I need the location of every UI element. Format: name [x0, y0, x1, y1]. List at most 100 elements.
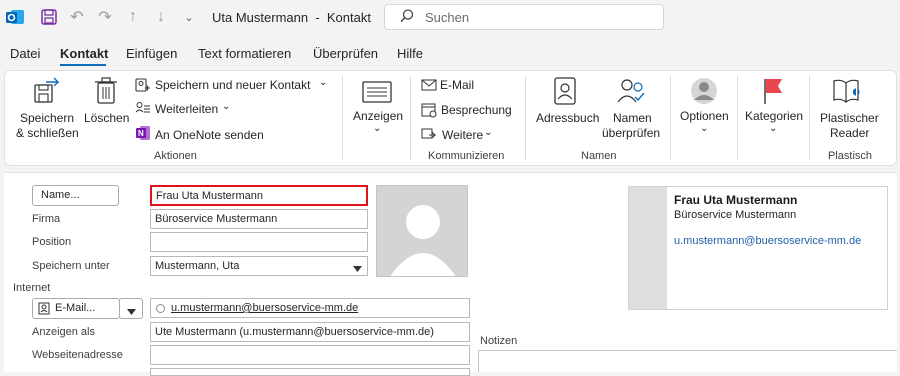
- save-as-value: Mustermann, Uta: [155, 260, 240, 272]
- arrow-up-icon[interactable]: ↑: [122, 6, 144, 28]
- position-field[interactable]: [150, 232, 368, 252]
- card-email: u.mustermann@buersoservice-mm.de: [674, 235, 862, 247]
- divider: [670, 76, 671, 160]
- name-field[interactable]: Frau Uta Mustermann: [150, 185, 368, 206]
- immersive-reader-label-line1: Plastischer: [820, 111, 879, 125]
- save-close-label-line2: & schließen: [16, 126, 79, 140]
- position-label: Position: [32, 236, 72, 248]
- tab-ueberpruefen[interactable]: Überprüfen: [313, 46, 378, 61]
- notes-label: Notizen: [480, 335, 518, 347]
- onenote-label: An OneNote senden: [155, 128, 264, 142]
- svg-text:N: N: [138, 129, 144, 138]
- email-label: E-Mail: [440, 78, 475, 92]
- tab-kontakt[interactable]: Kontakt: [60, 46, 108, 61]
- arrow-down-icon[interactable]: ↓: [150, 6, 172, 28]
- email-field[interactable]: u.mustermann@buersoservice-mm.de: [150, 298, 470, 318]
- divider: [342, 76, 343, 160]
- presence-circle-icon: [156, 304, 165, 313]
- card-image-strip: [629, 187, 667, 309]
- contact-save-icon: [135, 77, 151, 96]
- company-field[interactable]: Büroservice Mustermann: [150, 209, 368, 229]
- mail-icon: [421, 78, 437, 95]
- forward-icon: [135, 100, 151, 119]
- window-title: Uta Mustermann - Kontakt: [212, 10, 371, 25]
- card-name: Frau Uta Mustermann: [674, 193, 798, 207]
- divider: [410, 76, 411, 160]
- check-names-icon: [616, 76, 648, 109]
- tab-einfuegen[interactable]: Einfügen: [126, 46, 177, 61]
- email-type-dropdown[interactable]: [119, 298, 143, 319]
- save-as-dropdown[interactable]: Mustermann, Uta: [150, 256, 368, 276]
- notes-area[interactable]: [478, 350, 897, 372]
- save-close-icon: [32, 76, 62, 109]
- dropdown-arrow-icon: [127, 306, 136, 318]
- address-book-icon: [552, 76, 578, 109]
- flag-icon: [760, 76, 786, 109]
- onenote-icon: N: [135, 125, 151, 144]
- next-field[interactable]: [150, 368, 470, 376]
- name-button[interactable]: Name...: [32, 185, 119, 206]
- undo-icon[interactable]: ↶: [66, 6, 88, 28]
- meeting-label: Besprechung: [441, 103, 512, 117]
- tab-hilfe[interactable]: Hilfe: [397, 46, 423, 61]
- display-icon: [361, 80, 393, 109]
- email-type-label: E-Mail...: [55, 302, 96, 314]
- website-field[interactable]: [150, 345, 470, 365]
- search-icon: [399, 8, 415, 27]
- outlook-app-icon: [4, 6, 26, 28]
- trash-icon: [92, 76, 120, 109]
- delete-label: Löschen: [84, 111, 130, 125]
- check-names-label-line1: Namen: [613, 111, 652, 125]
- calendar-icon: [421, 102, 437, 121]
- immersive-reader-label-line2: Reader: [830, 126, 870, 140]
- email-value: u.mustermann@buersoservice-mm.de: [171, 302, 359, 314]
- email-type-button[interactable]: E-Mail...: [32, 298, 120, 319]
- divider: [737, 76, 738, 160]
- search-input[interactable]: Suchen: [384, 4, 664, 30]
- more-label: Weitere: [442, 128, 484, 142]
- tab-datei[interactable]: Datei: [10, 46, 40, 61]
- chevron-down-icon: ⌄: [373, 123, 382, 134]
- chevron-down-icon: ⌄: [319, 77, 328, 88]
- group-aktionen: Aktionen: [154, 150, 197, 162]
- anzeigen-label: Anzeigen: [353, 109, 404, 123]
- person-silhouette-icon: [390, 205, 456, 276]
- save-new-contact-label: Speichern und neuer Kontakt: [155, 78, 311, 92]
- chevron-down-icon: ⌄: [484, 127, 493, 138]
- group-plastisch: Plastisch: [828, 150, 873, 162]
- save-close-label-line1: Speichern: [20, 111, 75, 125]
- immersive-reader-icon: [831, 76, 863, 109]
- save-as-label: Speichern unter: [32, 260, 110, 272]
- display-as-label: Anzeigen als: [32, 326, 95, 338]
- check-names-label-line2: überprüfen: [602, 126, 661, 140]
- card-company: Büroservice Mustermann: [674, 209, 797, 221]
- internet-label: Internet: [13, 282, 51, 294]
- chevron-down-icon: ⌄: [222, 101, 231, 112]
- firma-label: Firma: [32, 213, 61, 225]
- contact-photo[interactable]: [376, 185, 468, 277]
- group-namen: Namen: [581, 150, 617, 162]
- search-placeholder: Suchen: [425, 10, 470, 25]
- contact-card-icon: [38, 302, 50, 318]
- title-bar: ↶ ↷ ↑ ↓ ⌄ Uta Mustermann - Kontakt Suche…: [0, 0, 900, 36]
- dropdown-arrow-icon: [353, 263, 362, 275]
- address-book-label: Adressbuch: [536, 111, 600, 125]
- forward-label: Weiterleiten: [155, 102, 219, 116]
- business-card[interactable]: Frau Uta Mustermann Büroservice Musterma…: [628, 186, 888, 310]
- optionen-label: Optionen: [680, 109, 729, 123]
- redo-icon[interactable]: ↷: [94, 6, 116, 28]
- kategorien-label: Kategorien: [745, 109, 804, 123]
- customize-toolbar-icon[interactable]: ⌄: [178, 6, 200, 28]
- display-as-field[interactable]: Ute Mustermann (u.mustermann@buersoservi…: [150, 322, 470, 342]
- divider: [809, 76, 810, 160]
- person-circle-icon: [689, 76, 719, 109]
- active-tab-indicator: [60, 64, 106, 66]
- save-icon[interactable]: [38, 6, 60, 28]
- more-icon: [421, 126, 437, 145]
- website-label: Webseitenadresse: [32, 349, 123, 361]
- tab-text-formatieren[interactable]: Text formatieren: [198, 46, 291, 61]
- group-kommunizieren: Kommunizieren: [428, 150, 505, 162]
- divider: [525, 76, 526, 160]
- chevron-down-icon: ⌄: [769, 123, 778, 134]
- chevron-down-icon: ⌄: [700, 123, 709, 134]
